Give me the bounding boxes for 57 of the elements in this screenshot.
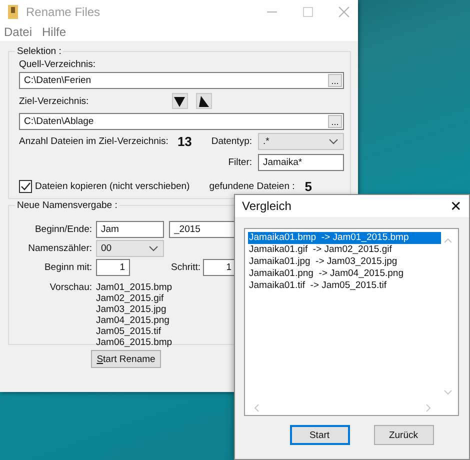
preview-filename: Jam06_2015.bmp xyxy=(96,337,172,348)
chevron-down-icon xyxy=(329,138,338,144)
browse-button[interactable]: ... xyxy=(328,74,342,87)
field-label: Ziel-Verzeichnis: xyxy=(19,96,89,106)
dialog-title: Vergleich xyxy=(242,199,292,213)
preview-filename: Jam05_2015.tif xyxy=(96,326,162,337)
count-label: Anzahl Dateien im Ziel-Verzeichnis: xyxy=(19,136,168,147)
chevron-up-icon[interactable] xyxy=(444,238,452,243)
step-field[interactable]: 1 xyxy=(202,259,237,276)
preview-filename: Jam03_2015.jpg xyxy=(96,304,168,315)
target-path-field[interactable]: C:\Daten\Ablage ... xyxy=(19,113,344,130)
source-path-field[interactable]: C:\Daten\Ferien ... xyxy=(19,72,344,89)
window-title: Rename Files xyxy=(26,5,100,19)
move-up-button[interactable] xyxy=(196,93,212,109)
dialog-button[interactable]: Zurück xyxy=(374,425,434,445)
field-label: Quell-Verzeichnis: xyxy=(19,58,97,71)
type-label: Datentyp: xyxy=(211,136,252,147)
chevron-down-icon[interactable] xyxy=(444,390,452,395)
field-label: Beginn/Ende: xyxy=(34,224,92,235)
type-dropdown[interactable]: .* xyxy=(258,133,344,150)
found-label: gefundene Dateien : xyxy=(209,181,295,192)
dialog-button[interactable]: Start xyxy=(290,425,350,445)
copy-checkbox[interactable] xyxy=(19,180,32,193)
prefix-field[interactable]: Jam xyxy=(96,221,164,238)
field-label: Vorschau: xyxy=(48,282,92,293)
close-button[interactable]: ✕ xyxy=(450,198,462,214)
filter-field[interactable]: Jamaika* xyxy=(258,154,344,171)
start-number-field[interactable]: 1 xyxy=(96,259,130,276)
start-rename-button[interactable]: Start Rename xyxy=(91,350,161,368)
counter-dropdown[interactable]: 00 xyxy=(96,240,164,257)
filter-label: Filter: xyxy=(228,157,252,168)
list-item[interactable]: Jamaika01.jpg -> Jam03_2015.jpg xyxy=(248,256,441,268)
menu-item[interactable]: Datei xyxy=(4,25,32,39)
browse-button[interactable]: ... xyxy=(328,115,342,128)
maximize-icon[interactable] xyxy=(302,6,314,18)
field-label: Namenszähler: xyxy=(27,243,92,254)
list-item[interactable]: Jamaika01.gif -> Jam02_2015.gif xyxy=(248,244,441,256)
group-title: Neue Namensvergabe : xyxy=(16,199,118,212)
group-title: Selektion : xyxy=(16,45,62,58)
file-icon xyxy=(8,5,18,19)
list-item[interactable]: Jamaika01.bmp -> Jam01_2015.bmp xyxy=(248,232,441,244)
close-icon[interactable] xyxy=(338,6,350,18)
preview-filename: Jam04_2015.png xyxy=(96,315,170,326)
found-value: 5 xyxy=(304,179,312,194)
checkbox-label: Dateien kopieren (nicht verschieben) xyxy=(35,181,190,192)
chevron-down-icon xyxy=(149,246,158,252)
move-down-button[interactable] xyxy=(172,93,188,109)
field-label: Schritt: xyxy=(171,262,201,273)
list-item[interactable]: Jamaika01.png -> Jam04_2015.png xyxy=(248,268,441,280)
list-item[interactable]: Jamaika01.tif -> Jam05_2015.tif xyxy=(248,280,441,292)
count-value: 13 xyxy=(177,134,192,149)
preview-filename: Jam02_2015.gif xyxy=(96,293,165,304)
field-label: Beginn mit: xyxy=(43,262,92,273)
menu-item[interactable]: Hilfe xyxy=(42,25,66,39)
preview-filename: Jam01_2015.bmp xyxy=(96,282,172,293)
chevron-right-icon[interactable] xyxy=(426,404,431,412)
chevron-left-icon[interactable] xyxy=(254,404,259,412)
